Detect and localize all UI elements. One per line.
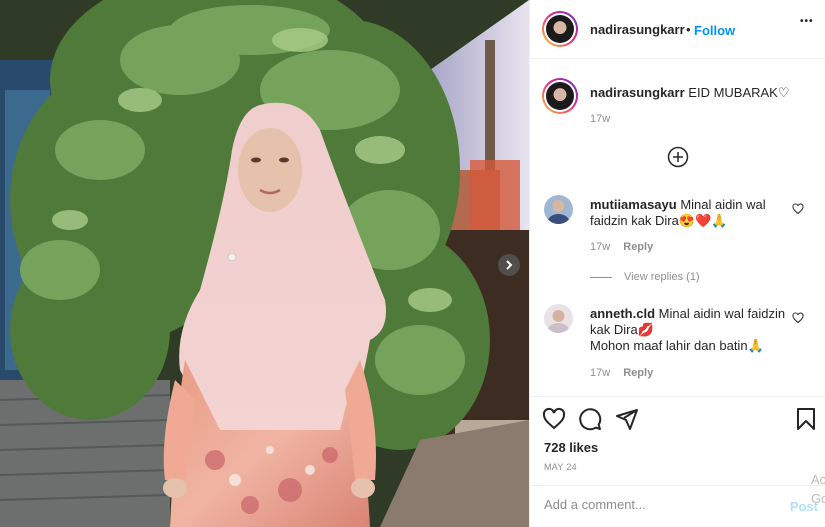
caption-time[interactable]: 17w bbox=[590, 113, 610, 125]
caption-username[interactable]: nadirasungkarr bbox=[590, 85, 685, 100]
chevron-right-icon bbox=[506, 260, 513, 270]
comment-like-icon[interactable] bbox=[792, 203, 804, 215]
comment-username[interactable]: mutiiamasayu bbox=[590, 197, 677, 212]
load-more-comments-icon[interactable] bbox=[667, 146, 689, 168]
post-header: nadirasungkarr • Follow ••• bbox=[530, 0, 825, 59]
caption-avatar[interactable] bbox=[542, 78, 578, 114]
post-photo[interactable] bbox=[0, 0, 529, 527]
comment-input[interactable] bbox=[544, 497, 774, 512]
view-replies-label: View replies (1) bbox=[624, 271, 700, 283]
follow-button[interactable]: Follow bbox=[694, 23, 735, 38]
separator-dot: • bbox=[686, 22, 691, 37]
activation-watermark: Ac Go bbox=[811, 472, 825, 506]
caption-text: EID MUBARAK♡ bbox=[688, 85, 790, 100]
comment-meta: 17w Reply bbox=[590, 241, 653, 253]
post-actions: 728 likes MAY 24 Post bbox=[530, 396, 825, 526]
photo-image bbox=[0, 0, 529, 527]
instagram-post: nadirasungkarr • Follow ••• nadirasungka… bbox=[0, 0, 825, 527]
post-sidebar: nadirasungkarr • Follow ••• nadirasungka… bbox=[529, 0, 825, 527]
heart-icon[interactable] bbox=[542, 407, 566, 431]
share-icon[interactable] bbox=[615, 407, 639, 431]
comment-time[interactable]: 17w bbox=[590, 241, 610, 253]
caption: nadirasungkarr EID MUBARAK♡ bbox=[590, 85, 790, 101]
more-options-icon[interactable]: ••• bbox=[800, 16, 814, 27]
comment-text: anneth.cld Minal aidin wal faidzin kak D… bbox=[590, 306, 800, 354]
comment-time[interactable]: 17w bbox=[590, 367, 610, 379]
view-replies-button[interactable]: View replies (1) bbox=[590, 271, 700, 283]
author-avatar[interactable] bbox=[542, 11, 578, 47]
likes-count[interactable]: 728 likes bbox=[544, 440, 598, 455]
comment-like-icon[interactable] bbox=[792, 312, 804, 324]
comment-body-line2: Mohon maaf lahir dan batin🙏 bbox=[590, 338, 764, 353]
reply-button[interactable]: Reply bbox=[623, 241, 653, 253]
bookmark-icon[interactable] bbox=[794, 407, 818, 431]
comment-icon[interactable] bbox=[578, 407, 602, 431]
author-username[interactable]: nadirasungkarr bbox=[590, 22, 685, 37]
comment-username[interactable]: anneth.cld bbox=[590, 306, 655, 321]
comment-text: mutiiamasayu Minal aidin wal faidzin kak… bbox=[590, 197, 800, 229]
commenter-avatar[interactable] bbox=[544, 304, 573, 333]
comment-meta: 17w Reply bbox=[590, 367, 653, 379]
post-date[interactable]: MAY 24 bbox=[544, 462, 577, 472]
comment-box: Post bbox=[530, 485, 825, 527]
reply-button[interactable]: Reply bbox=[623, 367, 653, 379]
commenter-avatar[interactable] bbox=[544, 195, 573, 224]
next-photo-button[interactable] bbox=[498, 254, 520, 276]
